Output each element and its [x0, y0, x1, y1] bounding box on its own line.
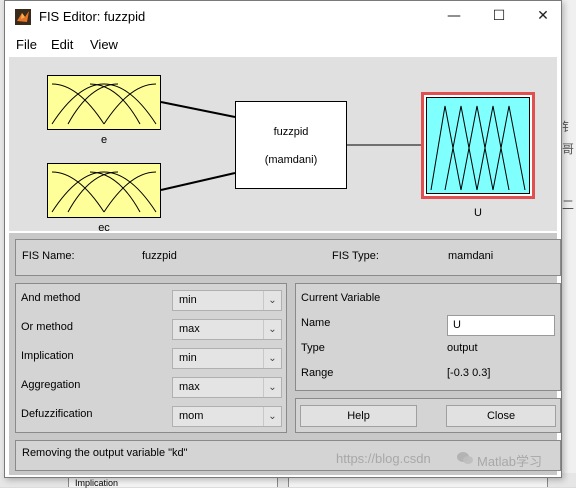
aggregation-label: Aggregation — [21, 379, 81, 391]
membership-functions-icon — [51, 171, 157, 213]
fis-system-block[interactable]: fuzzpid (mamdani) — [235, 101, 347, 189]
matlab-icon — [15, 9, 31, 25]
variable-type-value: output — [447, 342, 478, 354]
variable-type-label: Type — [301, 342, 325, 354]
fis-diagram: e ec fuzzpid (mamdani) U — [9, 57, 557, 234]
fis-name-value: fuzzpid — [142, 250, 177, 262]
menu-view[interactable]: View — [90, 37, 118, 52]
and-method-select[interactable]: min ⌄ — [172, 290, 282, 311]
status-message: Removing the output variable "kd" — [22, 447, 188, 459]
help-button[interactable]: Help — [300, 405, 417, 427]
aggregation-select[interactable]: max ⌄ — [172, 377, 282, 398]
variable-range-label: Range — [301, 367, 334, 379]
fis-editor-window: FIS Editor: fuzzpid — ☐ ✕ File Edit View… — [4, 0, 562, 478]
watermark-brand: Matlab学习 — [477, 454, 543, 469]
menu-bar: File Edit View — [5, 32, 561, 56]
menu-file[interactable]: File — [16, 37, 37, 52]
maximize-button[interactable]: ☐ — [479, 5, 519, 27]
background-glyph: 钅 — [561, 120, 574, 134]
implication-select[interactable]: min ⌄ — [172, 348, 282, 369]
background-glyph: 二 — [561, 198, 574, 212]
input-variable-ec[interactable] — [47, 163, 161, 218]
variable-name-label: Name — [301, 317, 331, 329]
chevron-down-icon: ⌄ — [263, 407, 281, 426]
background-app-right: 钅 哥 二 — [562, 0, 576, 487]
background-field: Implication — [68, 477, 278, 488]
buttons-panel: Help Close — [295, 398, 561, 433]
chevron-down-icon: ⌄ — [263, 378, 281, 397]
and-method-label: And method — [21, 292, 81, 304]
system-type: (mamdani) — [264, 154, 318, 166]
output-variable-u[interactable] — [421, 92, 535, 199]
background-glyph: 哥 — [561, 142, 574, 156]
chevron-down-icon: ⌄ — [263, 291, 281, 310]
implication-label: Implication — [21, 350, 74, 362]
close-window-button[interactable]: ✕ — [523, 5, 563, 27]
fis-type-value: mamdani — [448, 250, 494, 262]
wechat-icon — [457, 452, 473, 464]
defuzzification-select[interactable]: mom ⌄ — [172, 406, 282, 427]
chevron-down-icon: ⌄ — [263, 349, 281, 368]
watermark-url: https://blog.csdn — [336, 451, 431, 466]
membership-functions-icon — [51, 83, 157, 125]
fis-info-panel: FIS Name: fuzzpid FIS Type: mamdani — [15, 239, 561, 276]
input-variable-e[interactable] — [47, 75, 161, 130]
fis-type-label: FIS Type: — [332, 250, 379, 262]
menu-edit[interactable]: Edit — [51, 37, 73, 52]
defuzzification-label: Defuzzification — [21, 408, 93, 420]
chevron-down-icon: ⌄ — [263, 320, 281, 339]
or-method-label: Or method — [21, 321, 73, 333]
close-button[interactable]: Close — [446, 405, 556, 427]
input-label-e: e — [100, 134, 108, 146]
variable-name-input[interactable]: U — [447, 315, 555, 336]
fis-name-label: FIS Name: — [22, 250, 75, 262]
variable-range-value: [-0.3 0.3] — [447, 367, 491, 379]
title-bar[interactable]: FIS Editor: fuzzpid — ☐ ✕ — [5, 1, 561, 32]
current-variable-title: Current Variable — [301, 292, 381, 304]
window-title: FIS Editor: fuzzpid — [39, 9, 146, 24]
system-name: fuzzpid — [273, 126, 309, 138]
membership-functions-icon — [430, 105, 526, 191]
minimize-button[interactable]: — — [434, 5, 474, 27]
methods-panel: And method min ⌄ Or method max ⌄ Implica… — [15, 283, 287, 433]
or-method-select[interactable]: max ⌄ — [172, 319, 282, 340]
output-label-u: U — [474, 207, 482, 219]
current-variable-panel: Current Variable Name U Type output Rang… — [295, 283, 561, 391]
